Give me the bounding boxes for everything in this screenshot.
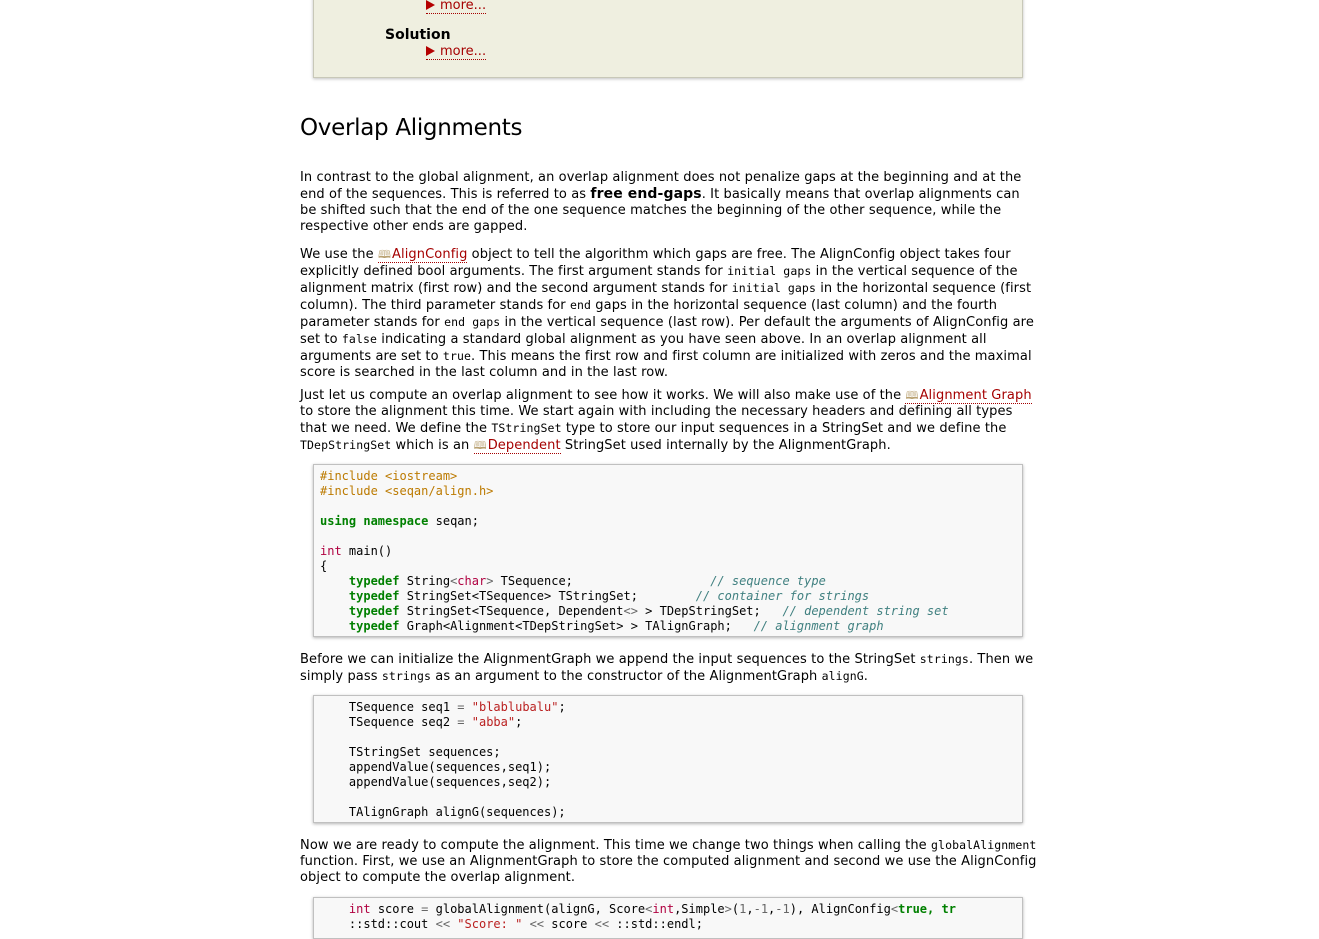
alignment-graph-doc-link[interactable]: 🕮Alignment Graph (905, 388, 1032, 404)
paragraph-free-end-gaps: In contrast to the global alignment, an … (300, 170, 1022, 234)
book-icon: 🕮 (377, 248, 392, 261)
code-block-headers: #include <iostream> #include <seqan/alig… (313, 464, 1023, 637)
assignment-box: more... Solution more... (313, 0, 1023, 78)
paragraph-append-sequences: Before we can initialize the AlignmentGr… (300, 652, 1034, 684)
expand-triangle-icon (426, 0, 435, 10)
book-icon: 🕮 (905, 389, 919, 402)
dependent-doc-link[interactable]: 🕮Dependent (473, 438, 561, 454)
code-block-global-alignment: int score = globalAlignment(alignG, Scor… (313, 897, 1023, 939)
more-link-label: more... (440, 44, 487, 59)
solution-more-link[interactable]: more... (426, 44, 487, 60)
section-title: Overlap Alignments (300, 115, 523, 141)
paragraph-alignconfig: We use the 🕮AlignConfig object to tell t… (300, 247, 1034, 380)
code-block-sequences: TSequence seq1 = "blablubalu"; TSequence… (313, 695, 1023, 823)
expand-triangle-icon (426, 46, 435, 56)
book-icon: 🕮 (473, 439, 487, 452)
bold-term: free end-gaps (590, 186, 702, 202)
more-link-label: more... (440, 0, 487, 13)
hint-more-link[interactable]: more... (426, 0, 487, 14)
paragraph-alignment-graph: Just let us compute an overlap alignment… (300, 388, 1032, 454)
alignconfig-doc-link[interactable]: 🕮AlignConfig (377, 247, 468, 263)
solution-heading: Solution (385, 27, 451, 43)
paragraph-compute-alignment: Now we are ready to compute the alignmen… (300, 838, 1037, 885)
